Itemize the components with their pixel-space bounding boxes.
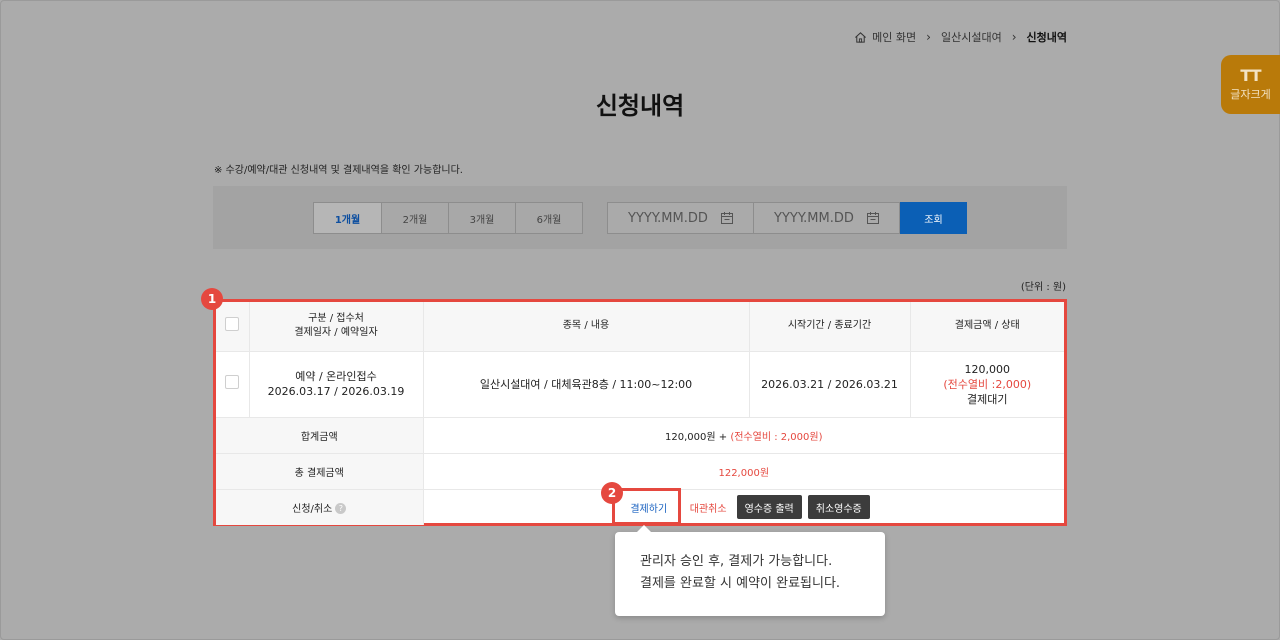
text-size-icon: TT: [1240, 65, 1261, 85]
notice-text: ※ 수강/예약/대관 신청내역 및 결제내역을 확인 가능합니다.: [214, 165, 463, 176]
cancel-reservation-button[interactable]: 대관취소: [686, 495, 731, 519]
header-period: 시작기간 / 종료기간: [748, 302, 910, 351]
total-row: 총 결제금액 122,000원: [216, 452, 1064, 489]
cell-type: 예약 / 온라인접수 2026.03.17 / 2026.03.19: [248, 350, 423, 417]
calendar-icon[interactable]: [721, 212, 733, 224]
action-buttons: 결제하기 대관취소 영수증 출력 취소영수증: [424, 495, 1065, 520]
row-status: 결제대기: [967, 392, 1008, 406]
end-date-input[interactable]: YYYY.MM.DD: [753, 202, 900, 234]
breadcrumb-home[interactable]: 메인 화면: [872, 29, 916, 45]
start-date-placeholder: YYYY.MM.DD: [628, 210, 708, 226]
row-amount: 120,000: [964, 362, 1011, 376]
marker-2: 2: [601, 482, 623, 504]
tab-2-month[interactable]: 2개월: [381, 203, 448, 233]
actions-cell: 결제하기 대관취소 영수증 출력 취소영수증: [422, 488, 1065, 525]
chevron-right-icon: ›: [1011, 30, 1017, 44]
tooltip-line2: 결제를 완료할 시 예약이 완료됩니다.: [640, 576, 841, 591]
header-type-line1: 구분 / 접수처: [308, 313, 364, 325]
page-title: 신청내역: [595, 92, 685, 120]
row-checkbox[interactable]: [225, 375, 240, 389]
period-tabs: 1개월 2개월 3개월 6개월: [313, 202, 583, 234]
total-value: 122,000원: [422, 452, 1064, 489]
calendar-icon[interactable]: [867, 212, 879, 224]
filter-box: 1개월 2개월 3개월 6개월 YYYY.MM.DD YYYY.MM.DD 조회: [213, 186, 1067, 249]
cell-amount: 120,000 (전수열비 :2,000) 결제대기: [909, 350, 1064, 417]
sum-row: 합계금액 120,000원 + (전수열비 : 2,000원): [216, 416, 1064, 453]
print-receipt-button[interactable]: 영수증 출력: [736, 495, 802, 520]
sum-value: 120,000원 +: [665, 431, 731, 443]
row-period: 2026.03.21 / 2026.03.21: [748, 350, 910, 417]
row-checkbox-cell: [216, 350, 249, 417]
total-label: 총 결제금액: [216, 452, 423, 489]
tab-6-month[interactable]: 6개월: [515, 203, 582, 233]
sum-cell: 120,000원 + (전수열비 : 2,000원): [422, 416, 1064, 453]
header-checkbox-cell: [216, 302, 249, 351]
row-dates: 2026.03.17 / 2026.03.19: [267, 385, 405, 398]
marker-1: 1: [201, 288, 223, 310]
unit-label: (단위 : 원): [1020, 282, 1066, 293]
payment-tooltip: 관리자 승인 후, 결제가 가능합니다. 결제를 완료할 시 예약이 완료됩니다…: [615, 525, 885, 616]
help-icon[interactable]: ?: [335, 503, 347, 515]
apply-cancel-label: 신청/취소: [292, 503, 333, 515]
sum-label: 합계금액: [216, 416, 423, 453]
header-amount: 결제금액 / 상태: [909, 302, 1064, 351]
home-icon[interactable]: [854, 31, 867, 44]
header-type: 구분 / 접수처 결제일자 / 예약일자: [248, 302, 423, 351]
tab-1-month[interactable]: 1개월: [314, 203, 381, 233]
breadcrumb: 메인 화면 › 일산시설대여 › 신청내역: [854, 29, 1067, 45]
row-type: 예약 / 온라인접수: [295, 370, 377, 383]
table-row: 예약 / 온라인접수 2026.03.17 / 2026.03.19 일산시설대…: [216, 350, 1064, 417]
breadcrumb-section[interactable]: 일산시설대여: [941, 29, 1002, 45]
header-item: 종목 / 내용: [422, 302, 749, 351]
header-type-line2: 결제일자 / 예약일자: [294, 327, 378, 339]
chevron-right-icon: ›: [926, 30, 931, 44]
tab-3-month[interactable]: 3개월: [448, 203, 515, 233]
breadcrumb-current: 신청내역: [1026, 31, 1067, 44]
cancel-receipt-button[interactable]: 취소영수증: [807, 495, 870, 520]
sum-extra: (전수열비 : 2,000원): [730, 431, 823, 443]
apply-cancel-cell: 신청/취소?: [216, 488, 423, 525]
row-item: 일산시설대여 / 대체육관8층 / 11:00~12:00: [422, 350, 749, 417]
row-amount-extra: (전수열비 :2,000): [943, 377, 1032, 391]
search-button[interactable]: 조회: [900, 202, 967, 234]
start-date-input[interactable]: YYYY.MM.DD: [607, 202, 754, 234]
end-date-placeholder: YYYY.MM.DD: [774, 210, 854, 226]
select-all-checkbox[interactable]: [225, 316, 240, 331]
tooltip-line1: 관리자 승인 후, 결제가 가능합니다.: [640, 554, 833, 569]
